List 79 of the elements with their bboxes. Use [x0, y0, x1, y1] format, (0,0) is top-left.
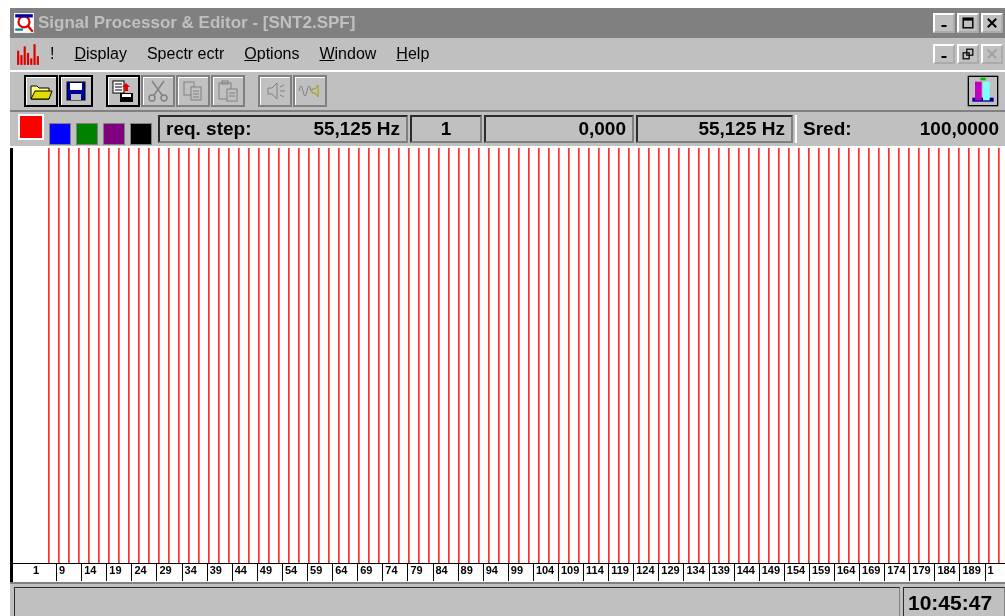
menu-item[interactable]: Spectr ectr: [146, 45, 225, 63]
axis-label: 109: [557, 564, 584, 581]
sred-value: 100,0000: [919, 118, 999, 140]
copy-icon: [181, 79, 205, 103]
minimize-button[interactable]: [933, 13, 955, 33]
axis-label: 174: [884, 564, 910, 581]
axis-label: 114: [583, 564, 609, 581]
axis-label: 149: [758, 564, 784, 581]
restore-button[interactable]: [957, 44, 979, 64]
axis-label: 39: [206, 564, 232, 581]
axis-label: 119: [608, 564, 634, 581]
step-label: req. step:: [166, 118, 252, 140]
open-button[interactable]: [24, 75, 58, 107]
axis-label: 179: [909, 564, 935, 581]
app-icon: [13, 12, 35, 34]
axis-label: 44: [231, 564, 257, 581]
axis-label: 1: [32, 564, 41, 578]
axis-label: 94: [482, 564, 508, 581]
menu-item[interactable]: !: [50, 45, 55, 63]
minimize-button[interactable]: [933, 44, 955, 64]
axis-label: 184: [934, 564, 960, 581]
sred-label: Sred:: [803, 118, 852, 140]
axis-label: 124: [633, 564, 659, 581]
close-icon: [986, 17, 998, 29]
axis-label: 189: [959, 564, 985, 581]
amplitude-value: 0,000: [578, 118, 626, 140]
axis-label: 159: [808, 564, 834, 581]
axis-label: 74: [382, 564, 408, 581]
color-swatch[interactable]: [76, 122, 98, 145]
menu-item[interactable]: Display: [74, 45, 127, 63]
minimize-icon: [941, 56, 947, 58]
axis-label: 1: [984, 564, 1005, 581]
axis-label: 139: [708, 564, 734, 581]
axis-label: 154: [783, 564, 809, 581]
close-button[interactable]: [981, 13, 1003, 33]
restore-icon: [962, 48, 974, 60]
window-title: Signal Processor & Editor - [SNT2.SPF]: [38, 13, 356, 33]
minimize-icon: [941, 25, 947, 27]
axis-label: 19: [106, 564, 132, 581]
save-button[interactable]: [59, 75, 93, 107]
axis-label: 64: [332, 564, 358, 581]
scissors-icon: [146, 79, 170, 103]
color-swatch[interactable]: [130, 122, 152, 145]
status-time: 10:45:47: [903, 587, 1005, 616]
bar-graph-icon: [16, 42, 40, 66]
export-button[interactable]: [106, 75, 140, 107]
axis-label: 129: [658, 564, 684, 581]
axis-label: 34: [181, 564, 207, 581]
axis-label: 29: [156, 564, 182, 581]
paste-icon: [216, 79, 240, 103]
axis-label: 99: [507, 564, 533, 581]
axis-label: 14: [81, 564, 107, 581]
axis-label: 89: [457, 564, 483, 581]
axis-label: 69: [357, 564, 383, 581]
axis-label: 84: [432, 564, 458, 581]
axis-label: 54: [281, 564, 308, 581]
axis-label: 144: [733, 564, 759, 581]
door-icon[interactable]: [967, 75, 999, 107]
step-value: 55,125 Hz: [313, 118, 400, 140]
axis-label: 164: [834, 564, 860, 581]
maximize-icon: [962, 17, 974, 29]
axis-label: 24: [131, 564, 157, 581]
color-swatch[interactable]: [103, 122, 125, 145]
axis-label: 134: [683, 564, 709, 581]
menu-item[interactable]: Options: [244, 45, 300, 63]
menu-item[interactable]: Help: [396, 45, 430, 63]
maximize-button[interactable]: [957, 13, 979, 33]
menu-item[interactable]: Window: [319, 45, 377, 63]
close-icon: [986, 48, 998, 60]
frequency-value: 55,125 Hz: [698, 118, 785, 140]
axis-label: 59: [307, 564, 333, 581]
color-swatch[interactable]: [49, 122, 71, 145]
axis-label: 104: [532, 564, 558, 581]
axis-label: 79: [407, 564, 433, 581]
index-value: 1: [440, 118, 452, 140]
axis-label: 9: [56, 564, 82, 581]
axis-label: 169: [859, 564, 885, 581]
axis-label: 49: [256, 564, 282, 581]
document-disk-icon: [111, 79, 135, 103]
